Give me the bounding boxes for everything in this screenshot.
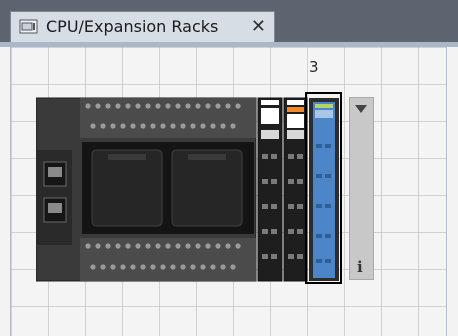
expansion-unit-2[interactable] (283, 97, 308, 282)
expansion-unit-1[interactable] (257, 97, 283, 282)
unit-side-panel: i (349, 97, 374, 280)
cpu-unit[interactable] (36, 97, 257, 282)
plc-rack (36, 97, 339, 282)
tab-title: CPU/Expansion Racks (46, 17, 219, 36)
slot-number-label: 3 (309, 58, 319, 76)
rack-editor-window: CPU/Expansion Racks ✕ 3 i (0, 0, 458, 336)
rack-icon (19, 19, 38, 34)
tab-bar: CPU/Expansion Racks ✕ (0, 0, 458, 42)
close-icon[interactable]: ✕ (251, 16, 266, 37)
selected-slot-highlight (305, 92, 342, 284)
info-icon[interactable]: i (357, 258, 363, 276)
tab-cpu-expansion-racks[interactable]: CPU/Expansion Racks ✕ (10, 11, 275, 42)
chevron-down-icon[interactable] (355, 105, 367, 113)
